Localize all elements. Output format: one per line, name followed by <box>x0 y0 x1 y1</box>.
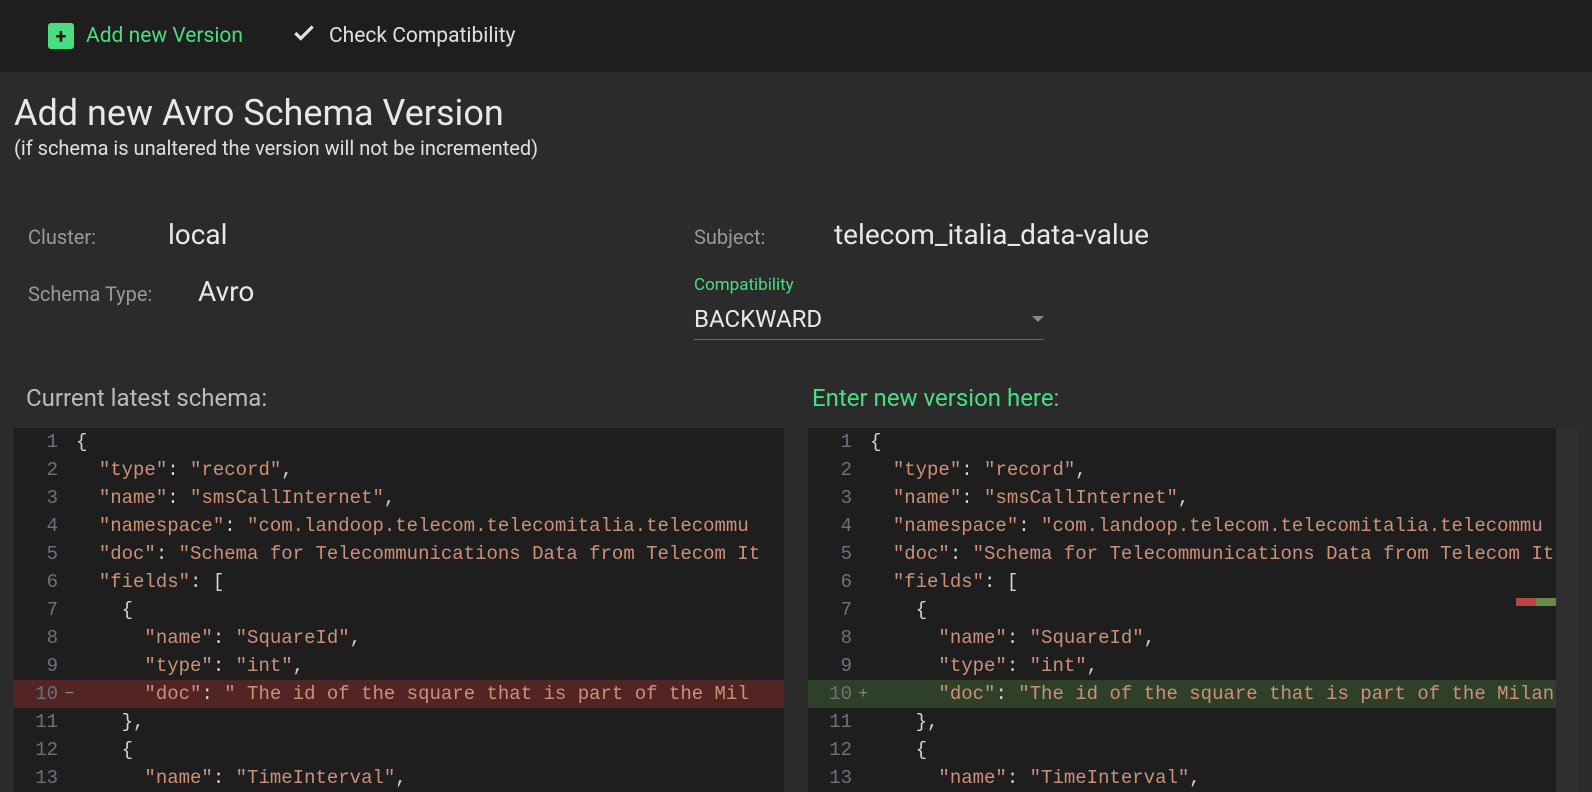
code-line: 11 }, <box>14 708 784 736</box>
code-line: 6 "fields": [ <box>808 568 1578 596</box>
subject-label: Subject: <box>694 225 794 249</box>
cluster-label: Cluster: <box>28 225 128 249</box>
code-line: 3 "name": "smsCallInternet", <box>808 484 1578 512</box>
schema-type-row: Schema Type: Avro <box>28 275 678 340</box>
editors: 1{2 "type": "record",3 "name": "smsCallI… <box>0 424 1592 792</box>
meta-section: Cluster: local Subject: telecom_italia_d… <box>0 168 1592 360</box>
chevron-down-icon <box>1032 316 1044 322</box>
page-title: Add new Avro Schema Version <box>14 92 1578 134</box>
code-line: 2 "type": "record", <box>14 456 784 484</box>
panels-header: Current latest schema: Enter new version… <box>0 360 1592 424</box>
compat-select[interactable]: BACKWARD <box>694 299 1044 340</box>
page-subtitle: (if schema is unaltered the version will… <box>14 136 1578 160</box>
compat-label: Compatibility <box>694 275 1564 295</box>
check-icon <box>291 20 317 52</box>
code-line: 4 "namespace": "com.landoop.telecom.tele… <box>14 512 784 540</box>
subject-row: Subject: telecom_italia_data-value <box>694 218 1564 251</box>
code-line: 12 { <box>14 736 784 764</box>
page-header: Add new Avro Schema Version (if schema i… <box>0 72 1592 168</box>
minimap[interactable] <box>1506 428 1556 792</box>
code-line: 4 "namespace": "com.landoop.telecom.tele… <box>808 512 1578 540</box>
check-compat-button[interactable]: Check Compatibility <box>291 20 515 52</box>
schema-type-value: Avro <box>198 275 254 308</box>
subject-value: telecom_italia_data-value <box>834 218 1149 251</box>
code-line: 13 "name": "TimeInterval", <box>14 764 784 792</box>
current-schema-editor[interactable]: 1{2 "type": "record",3 "name": "smsCallI… <box>14 428 784 792</box>
compat-value: BACKWARD <box>694 305 822 333</box>
toolbar: + Add new Version Check Compatibility <box>0 0 1592 72</box>
current-schema-title: Current latest schema: <box>26 384 784 412</box>
schema-type-label: Schema Type: <box>28 282 158 306</box>
cluster-value: local <box>168 218 227 251</box>
code-line: 8 "name": "SquareId", <box>808 624 1578 652</box>
cluster-row: Cluster: local <box>28 218 678 251</box>
code-line: 7 { <box>14 596 784 624</box>
new-schema-title: Enter new version here: <box>808 384 1566 412</box>
code-line: 7 { <box>808 596 1578 624</box>
code-line: 9 "type": "int", <box>14 652 784 680</box>
code-line: 10+ "doc": "The id of the square that is… <box>808 680 1578 708</box>
plus-icon: + <box>48 23 74 49</box>
code-line: 13 "name": "TimeInterval", <box>808 764 1578 792</box>
code-line: 5 "doc": "Schema for Telecommunications … <box>808 540 1578 568</box>
code-line: 1{ <box>808 428 1578 456</box>
new-schema-editor[interactable]: 1{2 "type": "record",3 "name": "smsCallI… <box>808 428 1578 792</box>
code-line: 5 "doc": "Schema for Telecommunications … <box>14 540 784 568</box>
code-line: 2 "type": "record", <box>808 456 1578 484</box>
add-version-label: Add new Version <box>86 24 243 48</box>
code-line: 12 { <box>808 736 1578 764</box>
scrollbar[interactable] <box>1556 428 1578 792</box>
code-line: 10− "doc": " The id of the square that i… <box>14 680 784 708</box>
add-version-button[interactable]: + Add new Version <box>48 23 243 49</box>
compat-block: Compatibility BACKWARD <box>694 275 1564 340</box>
code-line: 1{ <box>14 428 784 456</box>
check-compat-label: Check Compatibility <box>329 24 515 48</box>
code-line: 6 "fields": [ <box>14 568 784 596</box>
code-line: 8 "name": "SquareId", <box>14 624 784 652</box>
code-line: 3 "name": "smsCallInternet", <box>14 484 784 512</box>
code-line: 11 }, <box>808 708 1578 736</box>
code-line: 9 "type": "int", <box>808 652 1578 680</box>
